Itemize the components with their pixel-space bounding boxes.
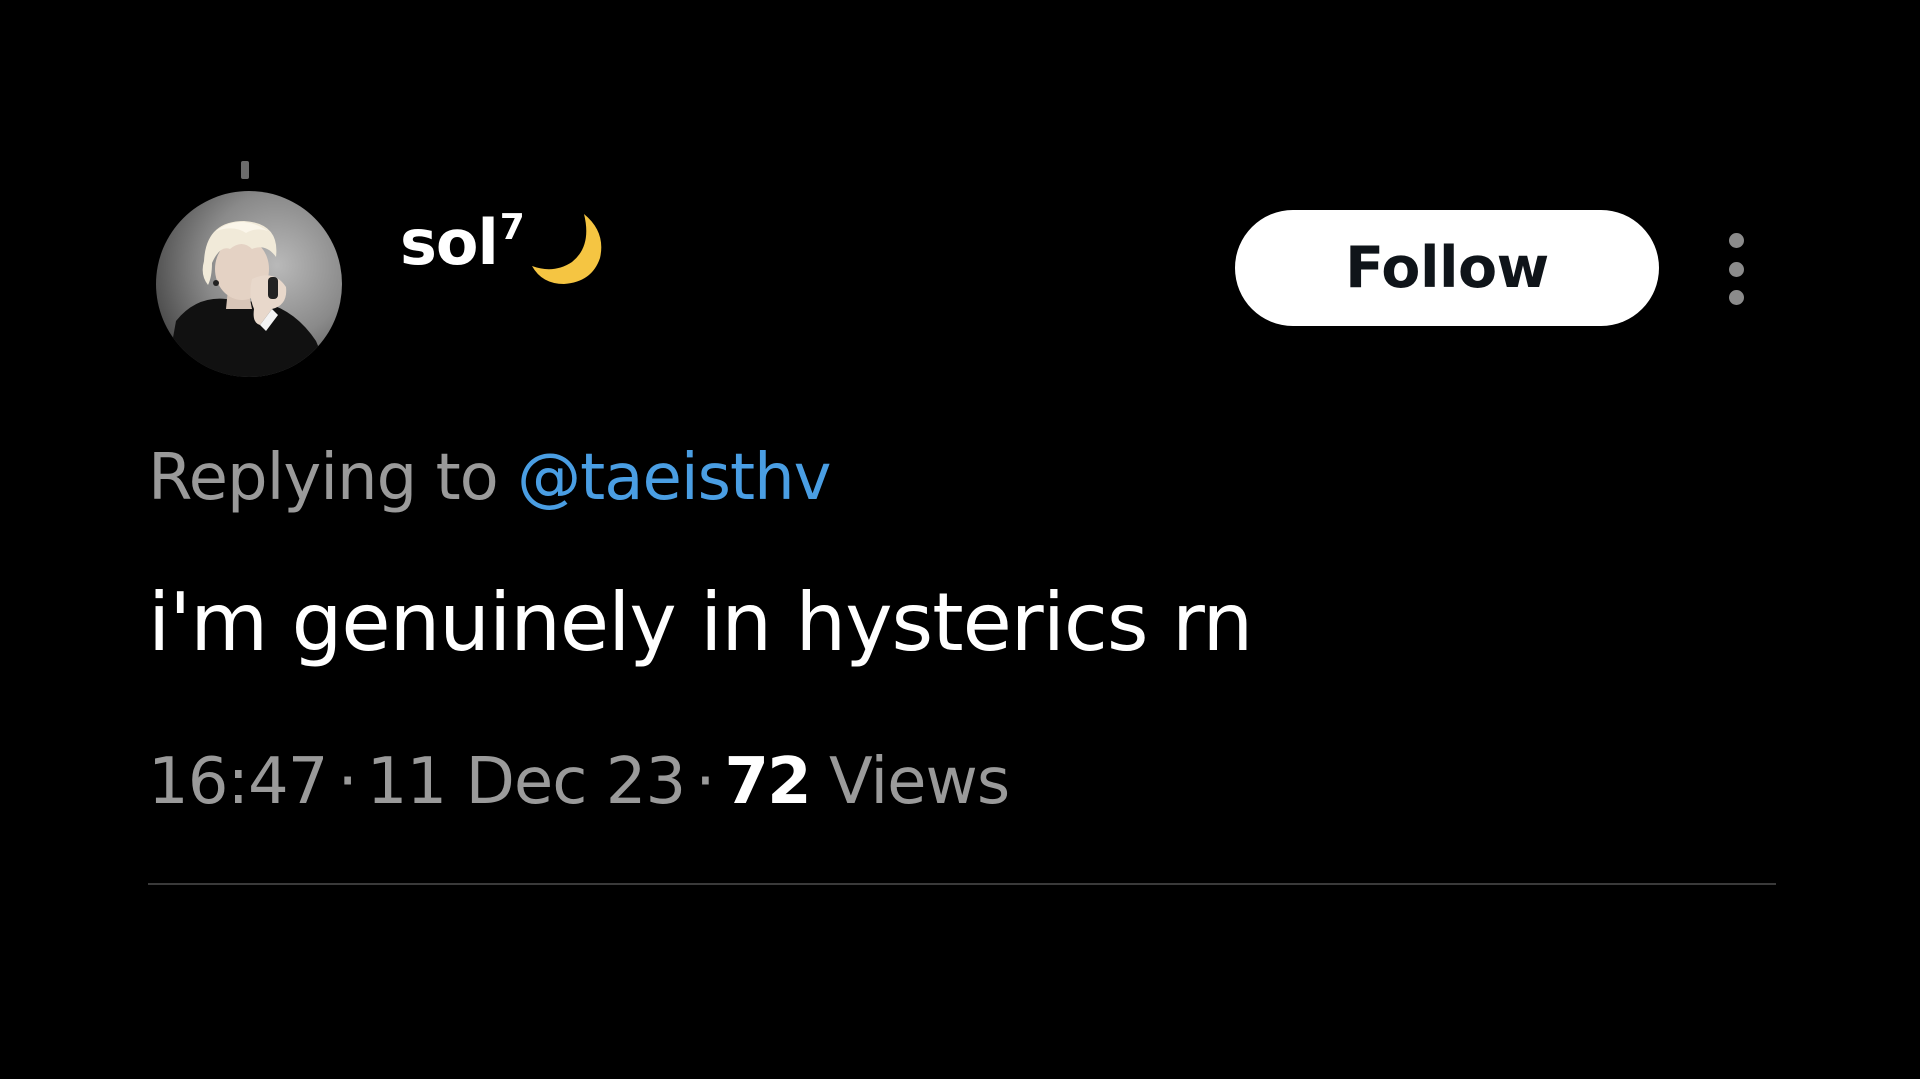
avatar[interactable] [156, 191, 342, 377]
replying-to-line: Replying to @taeisthv [148, 438, 832, 518]
avatar-image [156, 191, 342, 377]
meta-separator: · [337, 745, 357, 819]
tweet-card: sol 7 Follow Replying to @taeisthv i'm g… [0, 0, 1920, 1079]
author-display-name[interactable]: sol 7 [400, 206, 612, 284]
crescent-moon-icon [531, 214, 602, 284]
reply-handle-link[interactable]: @taeisthv [517, 441, 831, 515]
tweet-text: i'm genuinely in hysterics rn [148, 576, 1253, 669]
more-dot [1728, 290, 1744, 305]
author-name-superscript: 7 [499, 207, 525, 248]
replying-to-label: Replying to [148, 441, 499, 515]
author-name-text: sol [400, 206, 499, 279]
status-indicator [241, 161, 249, 179]
more-vertical-icon[interactable] [1716, 233, 1756, 305]
views-label: Views [828, 745, 1010, 819]
tweet-date[interactable]: 11 Dec 23 [367, 745, 686, 819]
tweet-time[interactable]: 16:47 [148, 745, 328, 819]
tweet-meta: 16:47 · 11 Dec 23 · 72 Views [148, 742, 1010, 822]
divider [148, 883, 1776, 885]
follow-button[interactable]: Follow [1235, 210, 1659, 326]
meta-separator: · [695, 745, 715, 819]
views-count[interactable]: 72 [725, 745, 812, 819]
more-dot [1728, 233, 1744, 248]
more-dot [1728, 261, 1744, 277]
